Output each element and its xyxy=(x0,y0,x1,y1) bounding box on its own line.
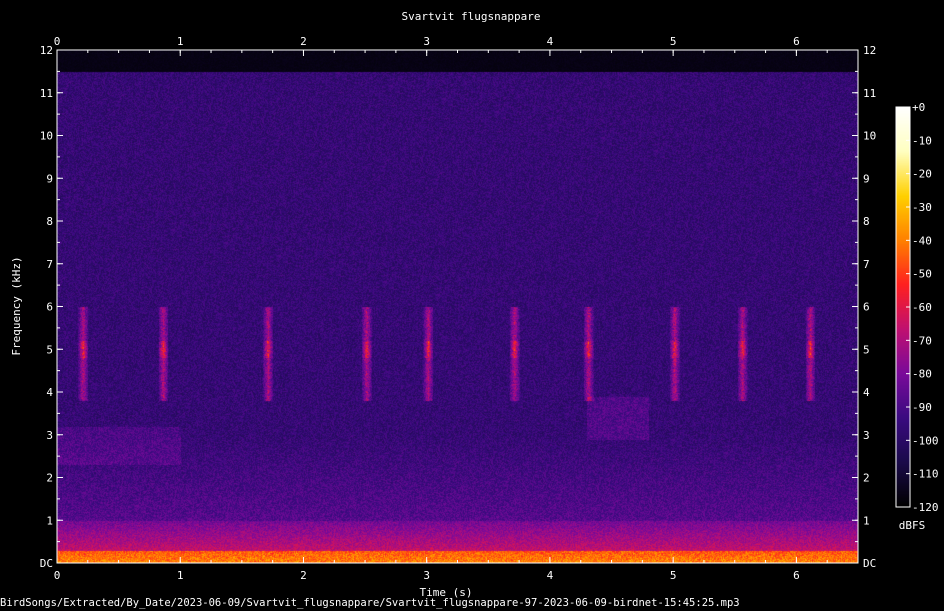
y-tick-label-right: 6 xyxy=(863,301,870,314)
y-tick-label-right: DC xyxy=(863,557,876,570)
y-tick-label: DC xyxy=(40,557,53,570)
y-tick-label: 5 xyxy=(46,343,53,356)
y-tick-label: 9 xyxy=(46,172,53,185)
y-tick-label: 2 xyxy=(46,472,53,485)
chart-axes: Svartvit flugsnappare 0123456 0123456 DC… xyxy=(10,10,939,599)
x-tick-label: 4 xyxy=(547,569,554,582)
y-tick-label: 4 xyxy=(46,386,53,399)
colorbar-tick-label: -80 xyxy=(912,368,932,381)
x-tick-label-top: 6 xyxy=(793,35,800,48)
y-tick-label: 3 xyxy=(46,429,53,442)
colorbar-tick-label: -90 xyxy=(912,401,932,414)
y-tick-label-right: 1 xyxy=(863,514,870,527)
x-tick-label-top: 2 xyxy=(300,35,307,48)
y-tick-label: 6 xyxy=(46,301,53,314)
y-tick-label: 11 xyxy=(40,87,53,100)
y-tick-label: 10 xyxy=(40,130,53,143)
y-axis-right: DC123456789101112 xyxy=(852,44,876,570)
x-axis-top: 0 1 2 3 4 5 6 xyxy=(54,35,859,56)
colorbar-tick-label: -10 xyxy=(912,134,932,147)
x-tick-label: 6 xyxy=(793,569,800,582)
y-tick-label-right: 11 xyxy=(863,87,876,100)
y-tick-label-right: 4 xyxy=(863,386,870,399)
y-tick-label-right: 3 xyxy=(863,429,870,442)
y-tick-label: 12 xyxy=(40,44,53,57)
x-tick-label: 5 xyxy=(670,569,677,582)
x-tick-label-top: 5 xyxy=(670,35,677,48)
colorbar-tick-label: -70 xyxy=(912,334,932,347)
y-axis-left: DC123456789101112 xyxy=(40,44,63,570)
file-path: BirdSongs/Extracted/By_Date/2023-06-09/S… xyxy=(0,597,740,609)
chart-title: Svartvit flugsnappare xyxy=(401,10,540,23)
colorbar-tick-label: -40 xyxy=(912,234,932,247)
colorbar-tick-label: +0 xyxy=(912,101,925,114)
x-tick-label-top: 3 xyxy=(423,35,430,48)
colorbar-tick-label: -120 xyxy=(912,501,939,514)
colorbar-tick-label: -60 xyxy=(912,301,932,314)
y-tick-label-right: 10 xyxy=(863,130,876,143)
y-tick-label: 8 xyxy=(46,215,53,228)
x-tick-label-top: 1 xyxy=(177,35,184,48)
colorbar-tick-label: -110 xyxy=(912,468,939,481)
colorbar-tick-label: -20 xyxy=(912,168,932,181)
x-tick-label: 2 xyxy=(300,569,307,582)
y-tick-label-right: 2 xyxy=(863,472,870,485)
y-axis-label: Frequency (kHz) xyxy=(10,256,23,355)
y-tick-label-right: 5 xyxy=(863,343,870,356)
colorbar-label: dBFS xyxy=(899,519,926,532)
colorbar-tick-label: -30 xyxy=(912,201,932,214)
x-tick-label: 0 xyxy=(54,569,61,582)
colorbar-ticks: +0 -10 -20 -30 -40 -50 -60 -70 -80 -90 -100 -110 -12… xyxy=(906,101,939,514)
x-axis-bottom: 0 1 2 3 4 5 6 xyxy=(54,557,859,582)
spectrogram-figure: Svartvit flugsnappare 0123456 0123456 DC… xyxy=(0,0,944,611)
x-tick-label-top: 4 xyxy=(547,35,554,48)
x-tick-label: 3 xyxy=(423,569,430,582)
plot-frame xyxy=(56,49,859,564)
y-tick-label-right: 12 xyxy=(863,44,876,57)
colorbar-tick-label: -50 xyxy=(912,268,932,281)
y-tick-label: 1 xyxy=(46,514,53,527)
x-tick-label: 1 xyxy=(177,569,184,582)
y-tick-label-right: 7 xyxy=(863,258,870,271)
colorbar-tick-label: -100 xyxy=(912,434,939,447)
y-tick-label-right: 8 xyxy=(863,215,870,228)
y-tick-label: 7 xyxy=(46,258,53,271)
y-tick-label-right: 9 xyxy=(863,172,870,185)
x-tick-label-top: 0 xyxy=(54,35,61,48)
